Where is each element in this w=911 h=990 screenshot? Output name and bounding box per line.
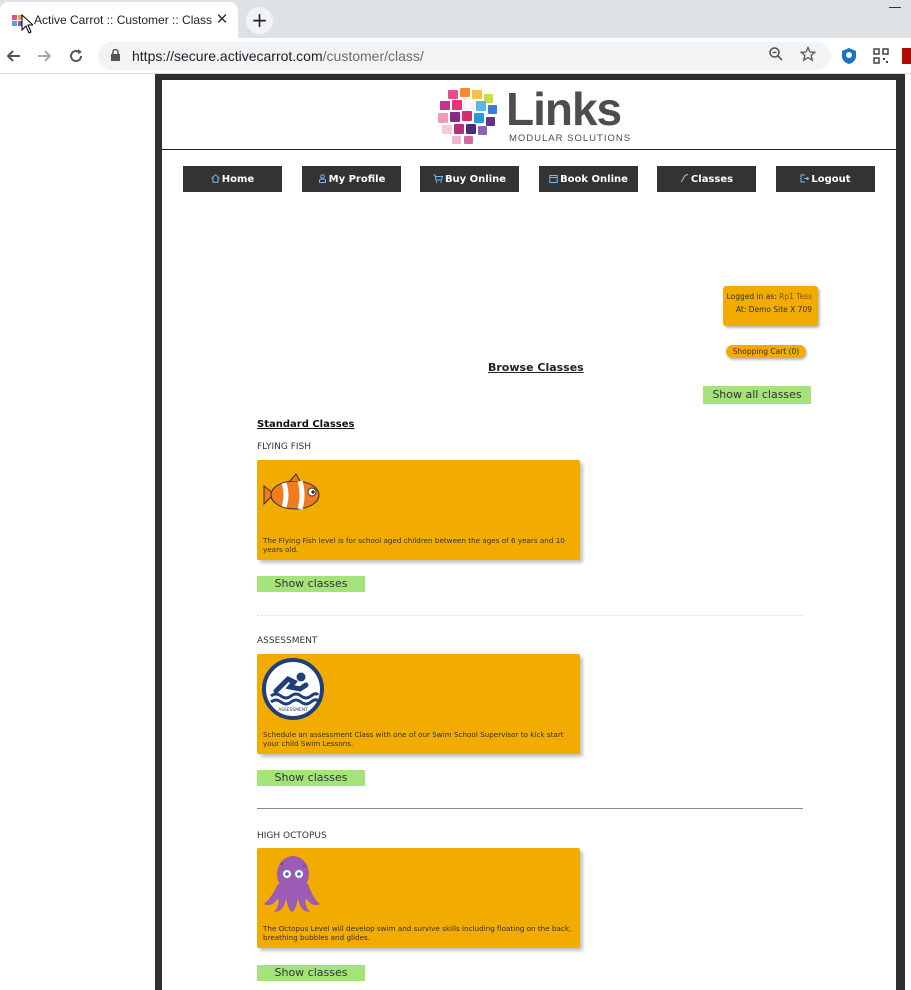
class-card[interactable]: ASSESSMENT Schedule an assessment Class … bbox=[257, 654, 580, 754]
header-divider bbox=[162, 149, 896, 150]
logo-mosaic-icon bbox=[438, 88, 497, 144]
nav-logout-label: Logout bbox=[811, 174, 851, 185]
octopus-icon bbox=[264, 856, 320, 912]
url-host: https://secure.activecarrot.com bbox=[132, 48, 323, 64]
class-description: The Flying Fish level is for school aged… bbox=[263, 536, 565, 554]
tab-strip: Active Carrot :: Customer :: Class ✕ + bbox=[0, 0, 911, 38]
standard-classes-heading: Standard Classes bbox=[257, 419, 355, 430]
mouse-cursor-icon bbox=[21, 14, 33, 34]
cart-icon bbox=[433, 174, 444, 183]
logo-wordmark: Links bbox=[506, 83, 622, 135]
show-classes-button[interactable]: Show classes bbox=[257, 576, 365, 592]
nav-home-label: Home bbox=[221, 174, 255, 185]
links-logo[interactable]: Links MODULAR SOLUTIONS bbox=[434, 83, 634, 148]
show-all-classes-button[interactable]: Show all classes bbox=[703, 386, 811, 404]
home-icon bbox=[210, 174, 220, 183]
reload-icon[interactable] bbox=[64, 44, 88, 68]
logged-in-label: Logged in as: bbox=[726, 292, 777, 301]
class-name: ASSESSMENT bbox=[257, 636, 318, 646]
extension-shield-icon[interactable] bbox=[840, 47, 858, 65]
zoom-icon[interactable] bbox=[766, 46, 786, 66]
main-nav: Home My Profile Buy Online Book Online C… bbox=[183, 166, 875, 192]
section-divider bbox=[257, 808, 803, 809]
page-content: Links MODULAR SOLUTIONS Home My Profile … bbox=[162, 80, 896, 990]
nav-home[interactable]: Home bbox=[183, 166, 282, 192]
logout-icon bbox=[800, 174, 810, 183]
nav-logout[interactable]: Logout bbox=[776, 166, 875, 192]
new-tab-button[interactable]: + bbox=[246, 7, 273, 34]
lock-icon bbox=[111, 49, 120, 61]
nav-classes-label: Classes bbox=[690, 174, 734, 185]
assessment-badge-text: ASSESSMENT bbox=[278, 707, 308, 713]
nav-classes[interactable]: Classes bbox=[657, 166, 756, 192]
nav-book-online[interactable]: Book Online bbox=[539, 166, 638, 192]
qr-code-icon[interactable] bbox=[872, 47, 890, 65]
swimmer-assessment-icon: ASSESSMENT bbox=[262, 658, 324, 720]
class-name: HIGH OCTOPUS bbox=[257, 831, 327, 841]
url-path: /customer/class/ bbox=[322, 48, 424, 64]
site-line: At: Demo Site X 709 bbox=[735, 305, 812, 314]
nav-buy-online-label: Buy Online bbox=[444, 174, 507, 185]
browser-tab-active[interactable]: Active Carrot :: Customer :: Class ✕ bbox=[0, 2, 238, 38]
address-bar[interactable]: https://secure.activecarrot.com/customer… bbox=[98, 42, 831, 70]
swim-icon bbox=[680, 173, 689, 183]
back-icon[interactable] bbox=[2, 44, 26, 68]
logged-in-line: Logged in as: Rp1 Tess bbox=[723, 290, 812, 303]
nav-book-online-label: Book Online bbox=[560, 174, 628, 185]
page-title: Browse Classes bbox=[488, 361, 584, 374]
person-icon bbox=[318, 174, 326, 183]
class-description: Schedule an assessment Class with one of… bbox=[263, 730, 564, 748]
bookmark-star-icon[interactable] bbox=[798, 45, 818, 66]
class-card[interactable]: The Flying Fish level is for school aged… bbox=[257, 460, 580, 560]
shopping-cart-button[interactable]: Shopping Cart (0) bbox=[726, 345, 806, 358]
forward-icon[interactable] bbox=[32, 44, 56, 68]
nav-my-profile-label: My Profile bbox=[328, 174, 386, 185]
logo-tagline: MODULAR SOLUTIONS bbox=[509, 133, 632, 144]
window-minimize-icon[interactable] bbox=[889, 0, 901, 8]
login-status: Logged in as: Rp1 Tess At: Demo Site X 7… bbox=[723, 286, 818, 326]
tab-title: Active Carrot :: Customer :: Class bbox=[34, 13, 213, 27]
clownfish-icon bbox=[263, 473, 320, 510]
nav-buy-online[interactable]: Buy Online bbox=[420, 166, 519, 192]
show-classes-button[interactable]: Show classes bbox=[257, 770, 365, 786]
browser-toolbar: https://secure.activecarrot.com/customer… bbox=[0, 38, 911, 74]
user-name[interactable]: Rp1 Tess bbox=[779, 292, 812, 301]
class-name: FLYING FISH bbox=[257, 442, 312, 452]
class-card[interactable]: The Octopus Level will develop swim and … bbox=[257, 848, 580, 948]
calendar-icon bbox=[549, 175, 558, 183]
nav-my-profile[interactable]: My Profile bbox=[302, 166, 401, 192]
url-text[interactable]: https://secure.activecarrot.com/customer… bbox=[132, 48, 424, 64]
show-classes-button[interactable]: Show classes bbox=[257, 965, 365, 981]
close-tab-icon[interactable]: ✕ bbox=[214, 10, 230, 28]
section-divider bbox=[257, 615, 803, 616]
pdf-extension-icon[interactable] bbox=[902, 47, 911, 65]
class-description: The Octopus Level will develop swim and … bbox=[263, 924, 572, 942]
